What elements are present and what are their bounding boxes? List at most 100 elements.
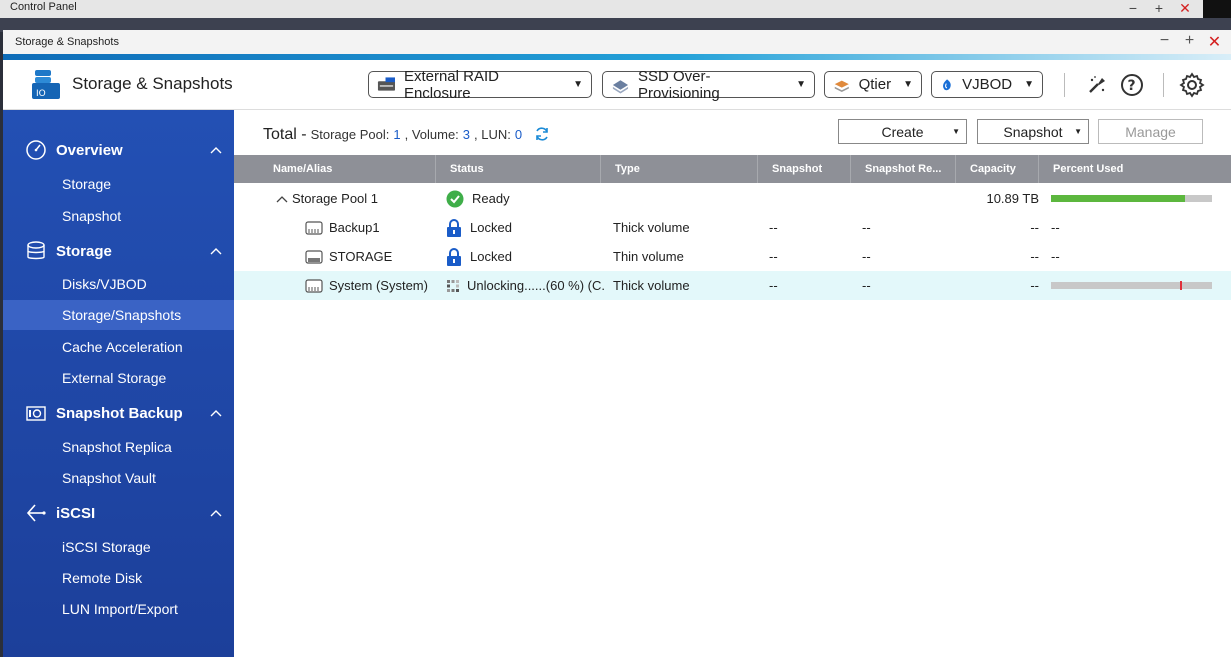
sidebar-item-label: LUN Import/Export	[62, 601, 178, 617]
lock-icon	[447, 218, 461, 237]
maximize-icon[interactable]: +	[1151, 0, 1167, 16]
row-name-cell: Backup1	[305, 213, 380, 242]
ssd-overprovisioning-button[interactable]: SSD Over-Provisioning ▼	[602, 68, 815, 102]
refresh-icon[interactable]	[534, 126, 550, 142]
chevron-up-icon[interactable]	[210, 146, 222, 154]
sidebar-item-remote-disk[interactable]: Remote Disk	[3, 563, 234, 593]
summary-pool-label: Storage Pool:	[310, 127, 390, 142]
table-row[interactable]: Backup1 Locked Thick volume -- -- -- --	[234, 213, 1231, 242]
chevron-down-icon: ▼	[1074, 127, 1082, 136]
sidebar-group-storage[interactable]: Storage	[3, 235, 234, 267]
create-label: Create	[881, 123, 924, 140]
row-name: Backup1	[329, 220, 380, 235]
percent-used-fill	[1051, 195, 1185, 202]
row-snapshot-re: --	[862, 249, 871, 264]
collapse-icon[interactable]	[276, 184, 288, 213]
vjbod-button[interactable]: VJBOD ▼	[931, 71, 1043, 98]
row-name: System (System)	[329, 278, 428, 293]
chevron-up-icon[interactable]	[210, 409, 222, 417]
chevron-down-icon: ▼	[952, 127, 960, 136]
sidebar-item-snapshot[interactable]: Snapshot	[3, 201, 234, 231]
database-icon	[27, 241, 45, 260]
help-icon[interactable]: ?	[1119, 72, 1145, 98]
sidebar-item-disks-vjbod[interactable]: Disks/VJBOD	[3, 269, 234, 299]
app-title: Storage & Snapshots	[72, 74, 233, 93]
minimize-icon[interactable]: −	[1156, 32, 1173, 52]
sidebar-item-label: Snapshot Vault	[62, 470, 156, 486]
row-percent-used: --	[1051, 249, 1060, 264]
sidebar-group-iscsi[interactable]: iSCSI	[3, 497, 234, 529]
window-titlebar[interactable]: Storage & Snapshots − + ✕	[3, 30, 1231, 54]
sidebar-item-lun-import-export[interactable]: LUN Import/Export	[3, 594, 234, 624]
iscsi-icon	[26, 504, 46, 522]
manage-button[interactable]: Manage	[1098, 119, 1203, 144]
vjbod-label: VJBOD	[962, 76, 1013, 93]
row-status: Locked	[446, 213, 512, 242]
table-row[interactable]: STORAGE Locked Thin volume -- -- -- --	[234, 242, 1231, 271]
column-header-snapshot-re[interactable]: Snapshot Re...	[851, 155, 956, 183]
qtier-icon	[834, 80, 849, 92]
column-header-capacity[interactable]: Capacity	[956, 155, 1039, 183]
status-text: Locked	[470, 249, 512, 264]
chevron-up-icon[interactable]	[210, 509, 222, 517]
raid-enclosure-icon	[377, 76, 395, 91]
snapshot-button[interactable]: Snapshot ▼	[977, 119, 1089, 144]
create-button[interactable]: Create ▼	[838, 119, 967, 144]
sidebar-item-snapshot-replica[interactable]: Snapshot Replica	[3, 432, 234, 462]
manage-label: Manage	[1125, 123, 1176, 140]
tools-icon[interactable]	[1084, 72, 1110, 98]
row-capacity: --	[1030, 220, 1039, 235]
lock-icon	[447, 247, 461, 266]
minimize-icon[interactable]: −	[1125, 0, 1141, 16]
main-content: Total - Storage Pool: 1, Volume: 3, LUN:…	[234, 110, 1231, 657]
sidebar-item-snapshot-vault[interactable]: Snapshot Vault	[3, 463, 234, 493]
row-snapshot: --	[769, 249, 778, 264]
sidebar-item-iscsi-storage[interactable]: iSCSI Storage	[3, 532, 234, 562]
column-header-name[interactable]: Name/Alias	[259, 155, 436, 183]
storage-summary: Total - Storage Pool: 1, Volume: 3, LUN:…	[263, 123, 550, 144]
sidebar-item-external-storage[interactable]: External Storage	[3, 363, 234, 393]
sidebar-item-label: Snapshot Replica	[62, 439, 172, 455]
maximize-icon[interactable]: +	[1181, 32, 1198, 52]
status-text: Unlocking......(60 %) (C...	[467, 278, 604, 293]
row-name-cell: STORAGE	[305, 242, 392, 271]
toolbar-divider	[1064, 73, 1065, 97]
gear-icon[interactable]	[1179, 72, 1205, 98]
sidebar-item-storage-snapshots[interactable]: Storage/Snapshots	[3, 300, 234, 330]
chevron-up-icon[interactable]	[210, 247, 222, 255]
column-header-percent-used[interactable]: Percent Used	[1039, 155, 1231, 183]
chevron-down-icon: ▼	[796, 79, 806, 90]
volume-icon	[305, 220, 323, 235]
sidebar-item-cache-acceleration[interactable]: Cache Acceleration	[3, 332, 234, 362]
sidebar-item-storage[interactable]: Storage	[3, 169, 234, 199]
window-controls: − + ✕	[1156, 32, 1223, 52]
close-icon[interactable]: ✕	[1206, 32, 1223, 52]
control-panel-title: Control Panel	[10, 1, 77, 13]
table-header: Name/Alias Status Type Snapshot Snapshot…	[234, 155, 1231, 183]
chevron-down-icon: ▼	[1024, 79, 1034, 90]
volume-icon	[305, 249, 323, 264]
table-row[interactable]: Storage Pool 1 Ready 10.89 TB	[234, 184, 1231, 213]
sidebar-group-label: Snapshot Backup	[56, 404, 183, 422]
column-header-snapshot[interactable]: Snapshot	[758, 155, 851, 183]
progress-spinner-icon	[447, 279, 459, 292]
row-status: Locked	[446, 242, 512, 271]
percent-used-bar	[1051, 281, 1212, 290]
row-snapshot-re: --	[862, 278, 871, 293]
header-toolbar: IO Storage & Snapshots External RAID Enc…	[3, 60, 1231, 110]
row-snapshot: --	[769, 278, 778, 293]
qtier-button[interactable]: Qtier ▼	[824, 71, 922, 98]
external-raid-button[interactable]: External RAID Enclosure ▼	[368, 68, 592, 102]
row-capacity: 10.89 TB	[986, 191, 1039, 206]
row-status: Unlocking......(60 %) (C...	[446, 271, 604, 300]
table-row-selected[interactable]: System (System) Unlocking......(60 %) (C…	[234, 271, 1231, 300]
control-panel-bar: Control Panel − + ✕	[0, 0, 1231, 18]
sidebar-group-snapshot-backup[interactable]: Snapshot Backup	[3, 397, 234, 429]
column-header-type[interactable]: Type	[601, 155, 758, 183]
snapshot-label: Snapshot	[1003, 123, 1063, 140]
sidebar-item-label: iSCSI Storage	[62, 539, 151, 555]
sidebar-group-overview[interactable]: Overview	[3, 134, 234, 166]
sidebar-group-label: Storage	[56, 242, 112, 260]
column-header-status[interactable]: Status	[436, 155, 601, 183]
close-icon[interactable]: ✕	[1177, 0, 1193, 16]
